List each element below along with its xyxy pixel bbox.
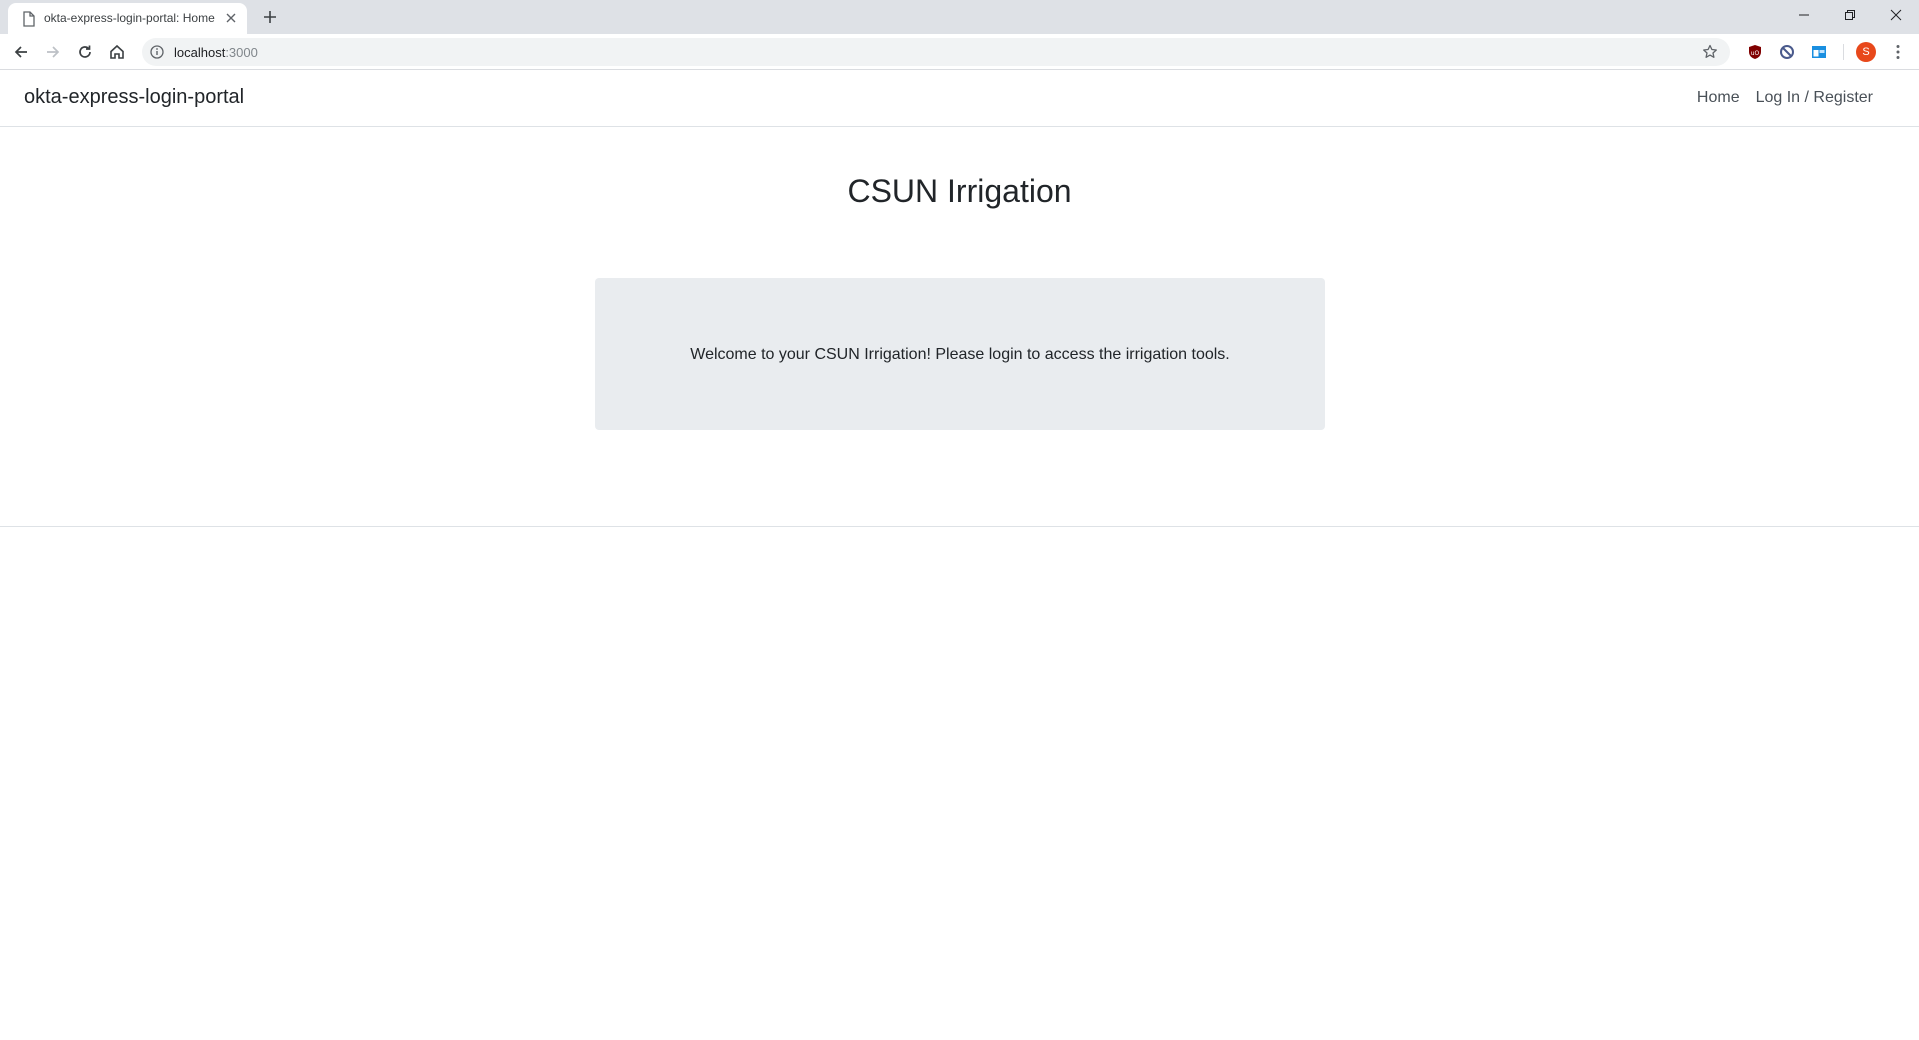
window-close-icon[interactable]	[1873, 0, 1919, 30]
star-icon[interactable]	[1702, 44, 1718, 60]
window-extension-icon[interactable]	[1811, 44, 1827, 60]
welcome-panel: Welcome to your CSUN Irrigation! Please …	[595, 278, 1325, 430]
tab-title: okta-express-login-portal: Home	[44, 11, 215, 25]
home-icon[interactable]	[105, 40, 129, 64]
svg-text:uO: uO	[1751, 50, 1760, 57]
nav-link-login-register[interactable]: Log In / Register	[1756, 89, 1873, 107]
url-text: localhost:3000	[174, 45, 258, 60]
minimize-icon[interactable]	[1781, 0, 1827, 30]
address-bar[interactable]: localhost:3000	[142, 38, 1730, 66]
toolbar-divider	[1843, 44, 1844, 60]
site-navbar: okta-express-login-portal Home Log In / …	[0, 70, 1919, 127]
welcome-message: Welcome to your CSUN Irrigation! Please …	[690, 346, 1230, 363]
back-arrow-icon[interactable]	[9, 40, 33, 64]
url-host: localhost	[174, 45, 226, 60]
footer-divider	[0, 526, 1919, 527]
reload-icon[interactable]	[73, 40, 97, 64]
block-icon[interactable]	[1779, 44, 1795, 60]
forward-arrow-icon[interactable]	[41, 40, 65, 64]
page-icon	[22, 11, 36, 27]
page-title: CSUN Irrigation	[847, 173, 1072, 209]
plus-icon[interactable]	[260, 7, 280, 27]
browser-tab-strip: okta-express-login-portal: Home	[0, 0, 1919, 34]
ublock-shield-icon[interactable]: uO	[1747, 44, 1763, 60]
navbar-brand[interactable]: okta-express-login-portal	[24, 86, 244, 109]
browser-toolbar: localhost:3000 uO S	[0, 34, 1919, 70]
nav-links: Home Log In / Register	[1697, 89, 1873, 107]
nav-link-home[interactable]: Home	[1697, 89, 1740, 107]
close-icon[interactable]	[224, 11, 238, 25]
browser-tab-active[interactable]: okta-express-login-portal: Home	[8, 3, 247, 34]
profile-avatar[interactable]: S	[1856, 42, 1876, 62]
kebab-menu-icon[interactable]	[1888, 42, 1908, 62]
url-port: :3000	[225, 45, 258, 60]
info-icon[interactable]	[150, 45, 164, 59]
restore-icon[interactable]	[1827, 0, 1873, 30]
